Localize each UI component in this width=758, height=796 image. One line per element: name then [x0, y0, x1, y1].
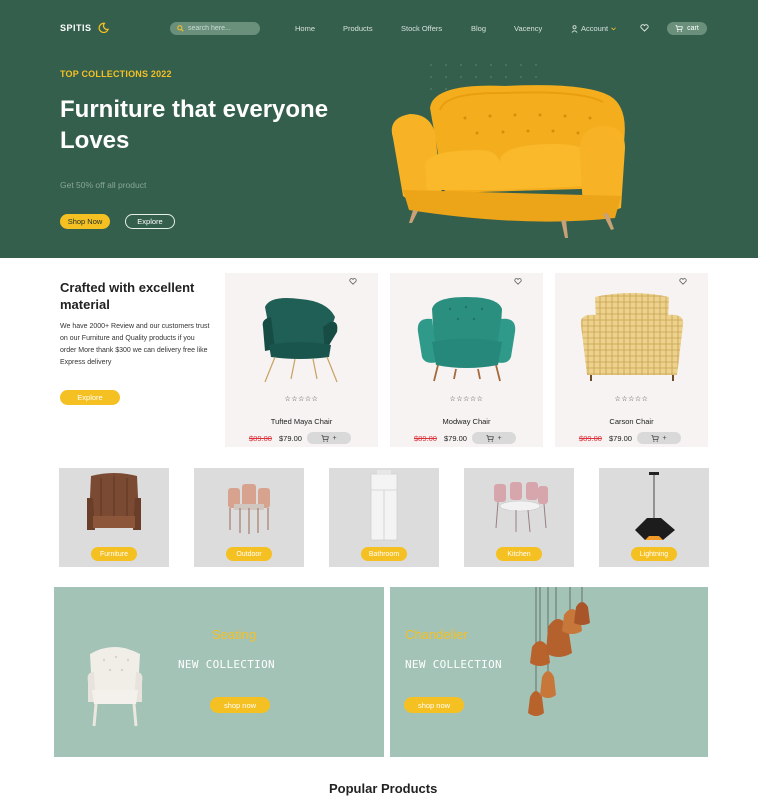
search-input[interactable] [188, 25, 256, 32]
rating-stars: ☆☆☆☆☆ [614, 396, 649, 403]
chevron-down-icon [611, 26, 616, 30]
heart-icon[interactable] [514, 278, 522, 285]
cart-icon [651, 434, 660, 442]
category-lightning[interactable]: Lightning [599, 468, 709, 567]
category-kitchen[interactable]: Kitchen [464, 468, 574, 567]
plus-label: + [662, 434, 667, 442]
category-bathroom[interactable]: Bathroom [329, 468, 439, 567]
seating-chair-image [87, 647, 143, 727]
heart-icon[interactable] [640, 24, 649, 32]
hero-subtitle: Get 50% off all product [60, 180, 147, 190]
outdoor-chairs-image [228, 484, 270, 534]
popular-products-heading: Popular Products [329, 781, 438, 796]
product-card[interactable]: ☆☆☆☆☆ Carson Chair $89.00 $79.00 + [555, 273, 708, 447]
banner-seating: Seating NEW COLLECTION shop now [54, 587, 384, 757]
cart-icon [675, 25, 683, 32]
explore-button[interactable]: Explore [125, 214, 175, 229]
sofa-image [391, 85, 625, 238]
account-label: Account [581, 24, 609, 33]
add-to-cart-button[interactable]: + [307, 432, 351, 444]
dining-set-image [494, 482, 548, 533]
logo-text: SPITIS [60, 22, 92, 33]
category-label[interactable]: Kitchen [496, 547, 542, 561]
banner-title: Chandelier [405, 627, 468, 642]
chandelier-image [528, 587, 590, 716]
banner-title: Seating [212, 627, 257, 642]
top-nav: SPITIS Home Products Stock Offers Blog V… [0, 0, 758, 56]
hero-title: Furniture that everyone Loves [60, 96, 329, 154]
rating-stars: ☆☆☆☆☆ [284, 396, 319, 403]
cart-button[interactable]: cart [667, 22, 707, 35]
crafted-explore-button[interactable]: Explore [60, 390, 120, 405]
user-icon [571, 24, 578, 33]
crafted-title: Crafted with excellent material [60, 280, 195, 312]
banner-subtitle: NEW COLLECTION [178, 658, 275, 671]
cart-icon [321, 434, 330, 442]
product-name: Tufted Maya Chair [270, 417, 333, 426]
moon-logo-icon [98, 22, 109, 33]
heart-icon[interactable] [349, 278, 357, 285]
product-image [580, 293, 684, 381]
product-image [262, 298, 338, 383]
old-price: $89.00 [579, 434, 602, 443]
logo[interactable]: SPITIS [60, 22, 109, 33]
banner-chandelier: Chandelier NEW COLLECTION shop now [390, 587, 708, 757]
shop-now-button[interactable]: Shop Now [60, 214, 110, 229]
nav-home[interactable]: Home [295, 24, 315, 33]
bathroom-cabinet-image [370, 470, 398, 541]
rating-stars: ☆☆☆☆☆ [449, 396, 484, 403]
banner-shop-now-button[interactable]: shop now [404, 697, 464, 713]
product-card[interactable]: ☆☆☆☆☆ Tufted Maya Chair $89.00 $79.00 + [225, 273, 378, 447]
category-label[interactable]: Furniture [91, 547, 137, 561]
product-image [417, 297, 516, 382]
category-furniture[interactable]: Furniture [59, 468, 169, 567]
plus-label: + [497, 434, 502, 442]
nav-blog[interactable]: Blog [471, 24, 486, 33]
nav-stock-offers[interactable]: Stock Offers [401, 24, 442, 33]
cart-label: cart [687, 25, 699, 32]
add-to-cart-button[interactable]: + [472, 432, 516, 444]
crafted-text: We have 2000+ Review and our customers t… [60, 323, 210, 366]
product-card[interactable]: ☆☆☆☆☆ Modway Chair $89.00 $79.00 + [390, 273, 543, 447]
add-to-cart-button[interactable]: + [637, 432, 681, 444]
product-name: Modway Chair [442, 417, 491, 426]
category-label[interactable]: Lightning [631, 547, 677, 561]
armchair-image [87, 473, 141, 530]
nav-vacency[interactable]: Vacency [514, 24, 542, 33]
banner-subtitle: NEW COLLECTION [405, 658, 502, 671]
plus-label: + [332, 434, 337, 442]
account-menu[interactable]: Account [571, 24, 616, 33]
product-name: Carson Chair [609, 417, 654, 426]
old-price: $89.00 [249, 434, 272, 443]
pendant-lamp-image [635, 472, 675, 540]
category-label[interactable]: Bathroom [361, 547, 407, 561]
search-box[interactable] [170, 22, 260, 35]
price: $79.00 [609, 434, 632, 443]
price: $79.00 [444, 434, 467, 443]
old-price: $89.00 [414, 434, 437, 443]
price: $79.00 [279, 434, 302, 443]
hero-section: SPITIS Home Products Stock Offers Blog V… [0, 0, 758, 258]
cart-icon [486, 434, 495, 442]
search-icon [177, 25, 184, 32]
category-outdoor[interactable]: Outdoor [194, 468, 304, 567]
heart-icon[interactable] [679, 278, 687, 285]
hero-kicker: TOP COLLECTIONS 2022 [60, 69, 172, 79]
category-label[interactable]: Outdoor [226, 547, 272, 561]
banner-shop-now-button[interactable]: shop now [210, 697, 270, 713]
nav-products[interactable]: Products [343, 24, 373, 33]
